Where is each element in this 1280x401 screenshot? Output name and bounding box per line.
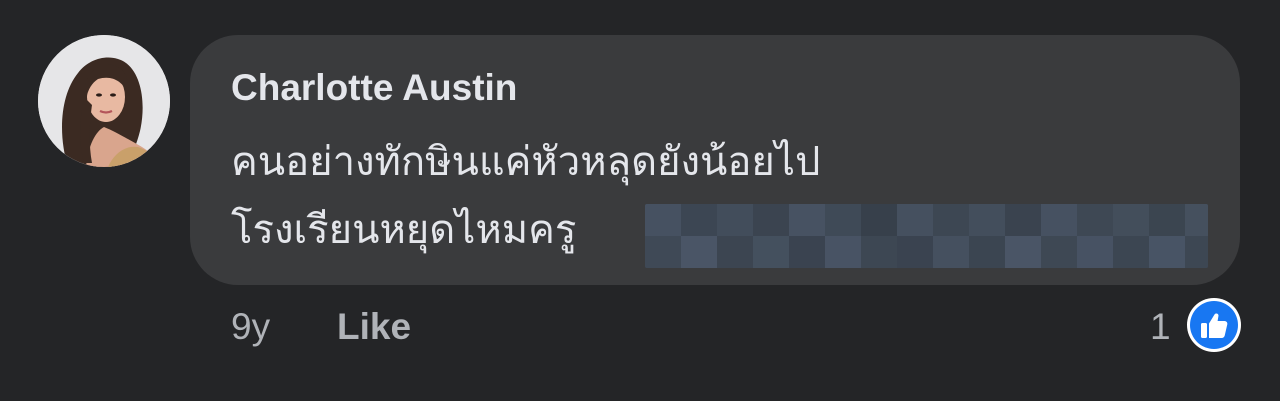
- thumbs-up-icon[interactable]: [1186, 297, 1242, 353]
- like-button[interactable]: Like: [337, 302, 411, 352]
- comment-text-line-1: คนอย่างทักษินแค่หัวหลุดยังน้อยไป: [231, 139, 821, 185]
- reaction-count[interactable]: 1: [1150, 302, 1171, 352]
- redacted-text-block: [645, 204, 1208, 268]
- avatar[interactable]: [38, 35, 170, 167]
- comment-author[interactable]: Charlotte Austin: [231, 64, 517, 112]
- comment-screen: Charlotte Austin คนอย่างทักษินแค่หัวหลุด…: [0, 0, 1280, 401]
- avatar-photo: [38, 35, 170, 167]
- comment-text-line-2: โรงเรียนหยุดไหมครู: [231, 207, 577, 253]
- comment-timestamp[interactable]: 9y: [231, 302, 270, 352]
